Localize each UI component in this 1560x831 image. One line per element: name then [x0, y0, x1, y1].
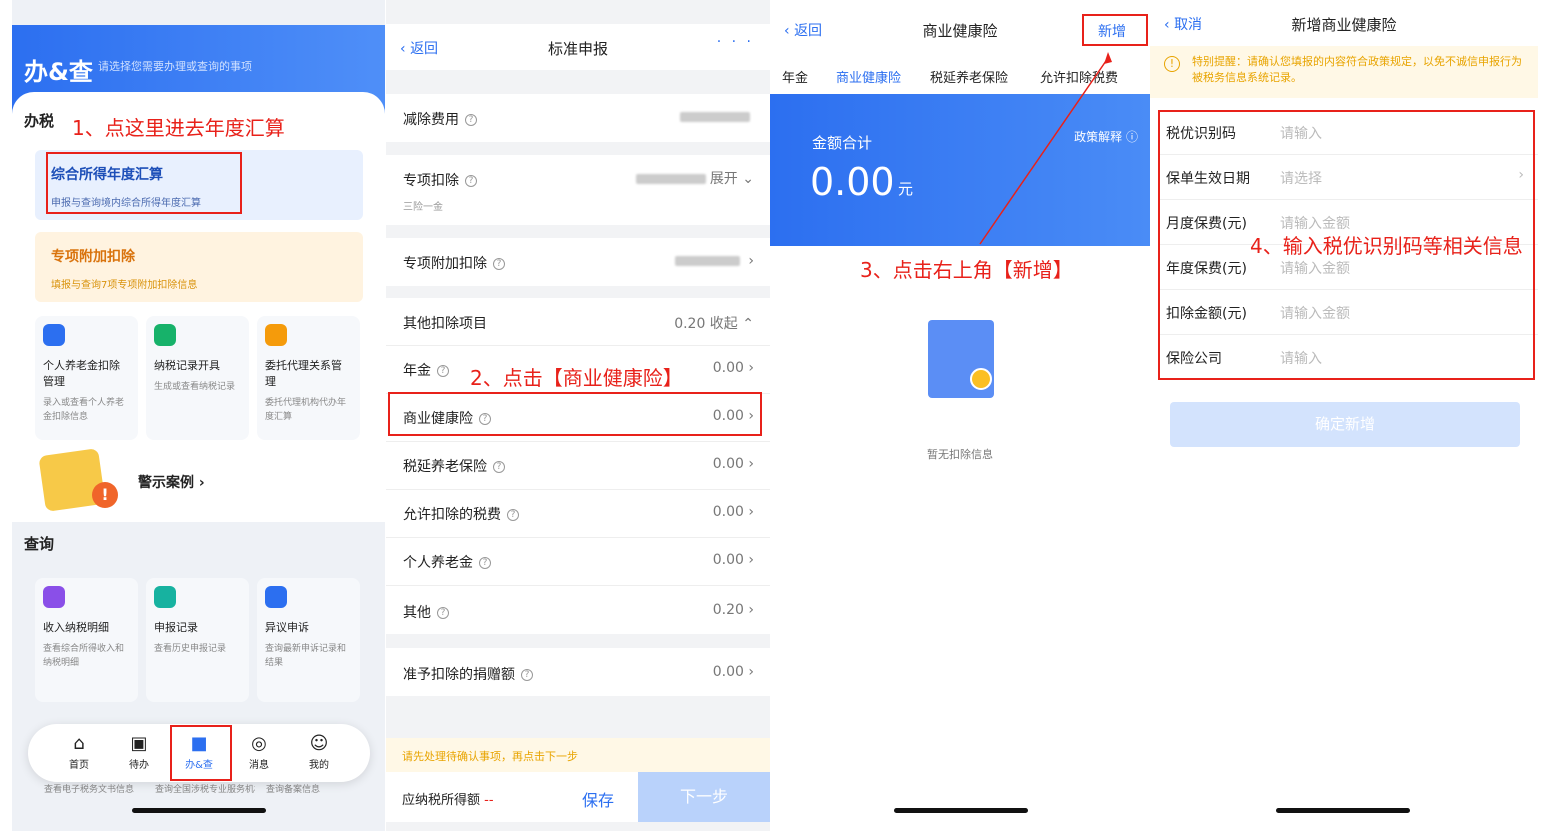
- nav-todo[interactable]: ▣ 待办: [114, 732, 164, 771]
- row-reduce[interactable]: 减除费用?: [386, 94, 770, 142]
- confirm-add-button[interactable]: 确定新增: [1170, 402, 1520, 447]
- agent-title: 委托代理关系管理: [265, 359, 342, 388]
- row-special-additional[interactable]: 专项附加扣除? ›: [386, 238, 770, 286]
- home-icon: ⌂: [73, 733, 85, 754]
- nav-bar: ‹ 返回 标准申报 · · ·: [386, 24, 770, 70]
- declare-record-tile[interactable]: 申报记录查看历史申报记录: [146, 578, 249, 702]
- payable-label: 应纳税所得额 --: [402, 793, 494, 808]
- highlight-box-2: [388, 392, 762, 436]
- home-indicator: [132, 808, 266, 813]
- page-title: 办&查: [24, 58, 93, 86]
- declare-title: 申报记录: [154, 621, 198, 634]
- special-deduction-sub: 填报与查询7项专项附加扣除信息: [51, 280, 198, 291]
- row-personal-pension[interactable]: 个人养老金? 0.00 ›: [386, 538, 770, 586]
- record-icon: [154, 324, 176, 346]
- income-title: 收入纳税明细: [43, 621, 109, 634]
- home-indicator: [894, 808, 1028, 813]
- alert-icon: !: [92, 482, 118, 508]
- arrow-step3: [979, 52, 1112, 245]
- annotation-step4: 4、输入税优识别码等相关信息: [1250, 234, 1523, 258]
- badge-icon: [970, 368, 992, 390]
- behind-text-3: 查询备案信息: [266, 785, 321, 795]
- appeal-title: 异议申诉: [265, 621, 309, 634]
- annotation-step2: 2、点击【商业健康险】: [470, 366, 683, 390]
- standard-declaration-screen: ‹ 返回 标准申报 · · · 减除费用? 专项扣除? 三险一金 展开 ⌄ 专项附加…: [386, 0, 770, 831]
- empty-text: 暂无扣除信息: [927, 448, 993, 461]
- agent-tile[interactable]: 委托代理关系管理委托代理机构代办年度汇算: [257, 316, 360, 440]
- header-hint: 请选择您需要办理或查询的事项: [98, 60, 252, 73]
- section-tax-title: 办税: [24, 112, 55, 130]
- row-other[interactable]: 其他? 0.20 ›: [386, 586, 770, 634]
- save-button[interactable]: 保存: [582, 787, 614, 811]
- tax-record-title: 纳税记录开具: [154, 359, 220, 372]
- home-indicator: [1276, 808, 1410, 813]
- pension-sub: 录入或查看个人养老金扣除信息: [43, 398, 125, 422]
- annotation-step1: 1、点这里进去年度汇算: [72, 116, 285, 140]
- special-deduction-title: 专项附加扣除: [51, 249, 135, 265]
- calendar-icon: ▣: [130, 733, 148, 754]
- tax-record-tile[interactable]: 纳税记录开具生成或查看纳税记录: [146, 316, 249, 440]
- page-title: 标准申报: [547, 40, 608, 58]
- notice-bar: 请先处理待确认事项，再点击下一步: [386, 738, 770, 772]
- row-deferred-pension[interactable]: 税延养老保险? 0.00 ›: [386, 442, 770, 490]
- add-health-insurance-screen: ‹ 取消 新增商业健康险 ! 特别提醒：请确认您填报的内容符合政策规定，以免不诚信…: [1150, 0, 1538, 831]
- more-icon[interactable]: · · ·: [717, 34, 754, 50]
- pension-tile[interactable]: 个人养老金扣除管理录入或查看个人养老金扣除信息: [35, 316, 138, 440]
- pension-title: 个人养老金扣除管理: [43, 359, 120, 388]
- special-deduction-tile[interactable]: 专项附加扣除 填报与查询7项专项附加扣除信息: [35, 232, 363, 302]
- row-special-deduction[interactable]: 专项扣除? 三险一金 展开 ⌄: [386, 155, 770, 225]
- health-insurance-list-screen: ‹ 返回 商业健康险 新增 年金 商业健康险 税延养老保险 允许扣除税费 金额合…: [770, 0, 1150, 831]
- agent-sub: 委托代理机构代办年度汇算: [265, 398, 347, 422]
- agent-icon: [265, 324, 287, 346]
- income-detail-tile[interactable]: 收入纳税明细查看综合所得收入和纳税明细: [35, 578, 138, 702]
- home-screen: 办&查 请选择您需要办理或查询的事项 办税 1、点这里进去年度汇算 综合所得年度…: [12, 0, 385, 831]
- row-donation[interactable]: 准予扣除的捐赠额? 0.00 ›: [386, 648, 770, 696]
- appeal-sub: 查询最新申诉记录和结果: [265, 644, 347, 668]
- nav-mine[interactable]: ☺ 我的: [294, 732, 344, 771]
- appeal-icon: [265, 586, 287, 608]
- tax-record-sub: 生成或查看纳税记录: [154, 382, 236, 392]
- income-sub: 查看综合所得收入和纳税明细: [43, 644, 125, 668]
- highlight-box-1: [46, 152, 242, 214]
- appeal-tile[interactable]: 异议申诉查询最新申诉记录和结果: [257, 578, 360, 702]
- footer-bar: 应纳税所得额 -- 保存 下一步: [386, 772, 770, 822]
- warning-case-link[interactable]: 警示案例 ›: [138, 472, 205, 492]
- nav-message[interactable]: ◎ 消息: [234, 732, 284, 771]
- message-icon: ◎: [251, 733, 267, 754]
- income-icon: [43, 586, 65, 608]
- behind-text-1: 查看电子税务文书信息: [44, 785, 135, 795]
- page-title: 新增商业健康险: [1291, 16, 1397, 34]
- section-query-title: 查询: [24, 535, 55, 553]
- row-tax-fee[interactable]: 允许扣除的税费? 0.00 ›: [386, 490, 770, 538]
- pension-icon: [43, 324, 65, 346]
- declare-sub: 查看历史申报记录: [154, 644, 227, 654]
- smile-icon: ☺: [309, 733, 329, 754]
- behind-text-2: 查询全国涉税专业服务机构信息: [155, 785, 255, 795]
- highlight-box-nav: [170, 725, 232, 781]
- warning-icon: !: [1164, 56, 1180, 72]
- next-button[interactable]: 下一步: [638, 772, 770, 822]
- row-other-deduction[interactable]: 其他扣除项目 0.20 收起 ⌃: [386, 298, 770, 346]
- nav-home[interactable]: ⌂ 首页: [54, 732, 104, 771]
- warning-notice: ! 特别提醒：请确认您填报的内容符合政策规定，以免不诚信申报行为被税务信息系统记录…: [1150, 46, 1538, 98]
- declare-icon: [154, 586, 176, 608]
